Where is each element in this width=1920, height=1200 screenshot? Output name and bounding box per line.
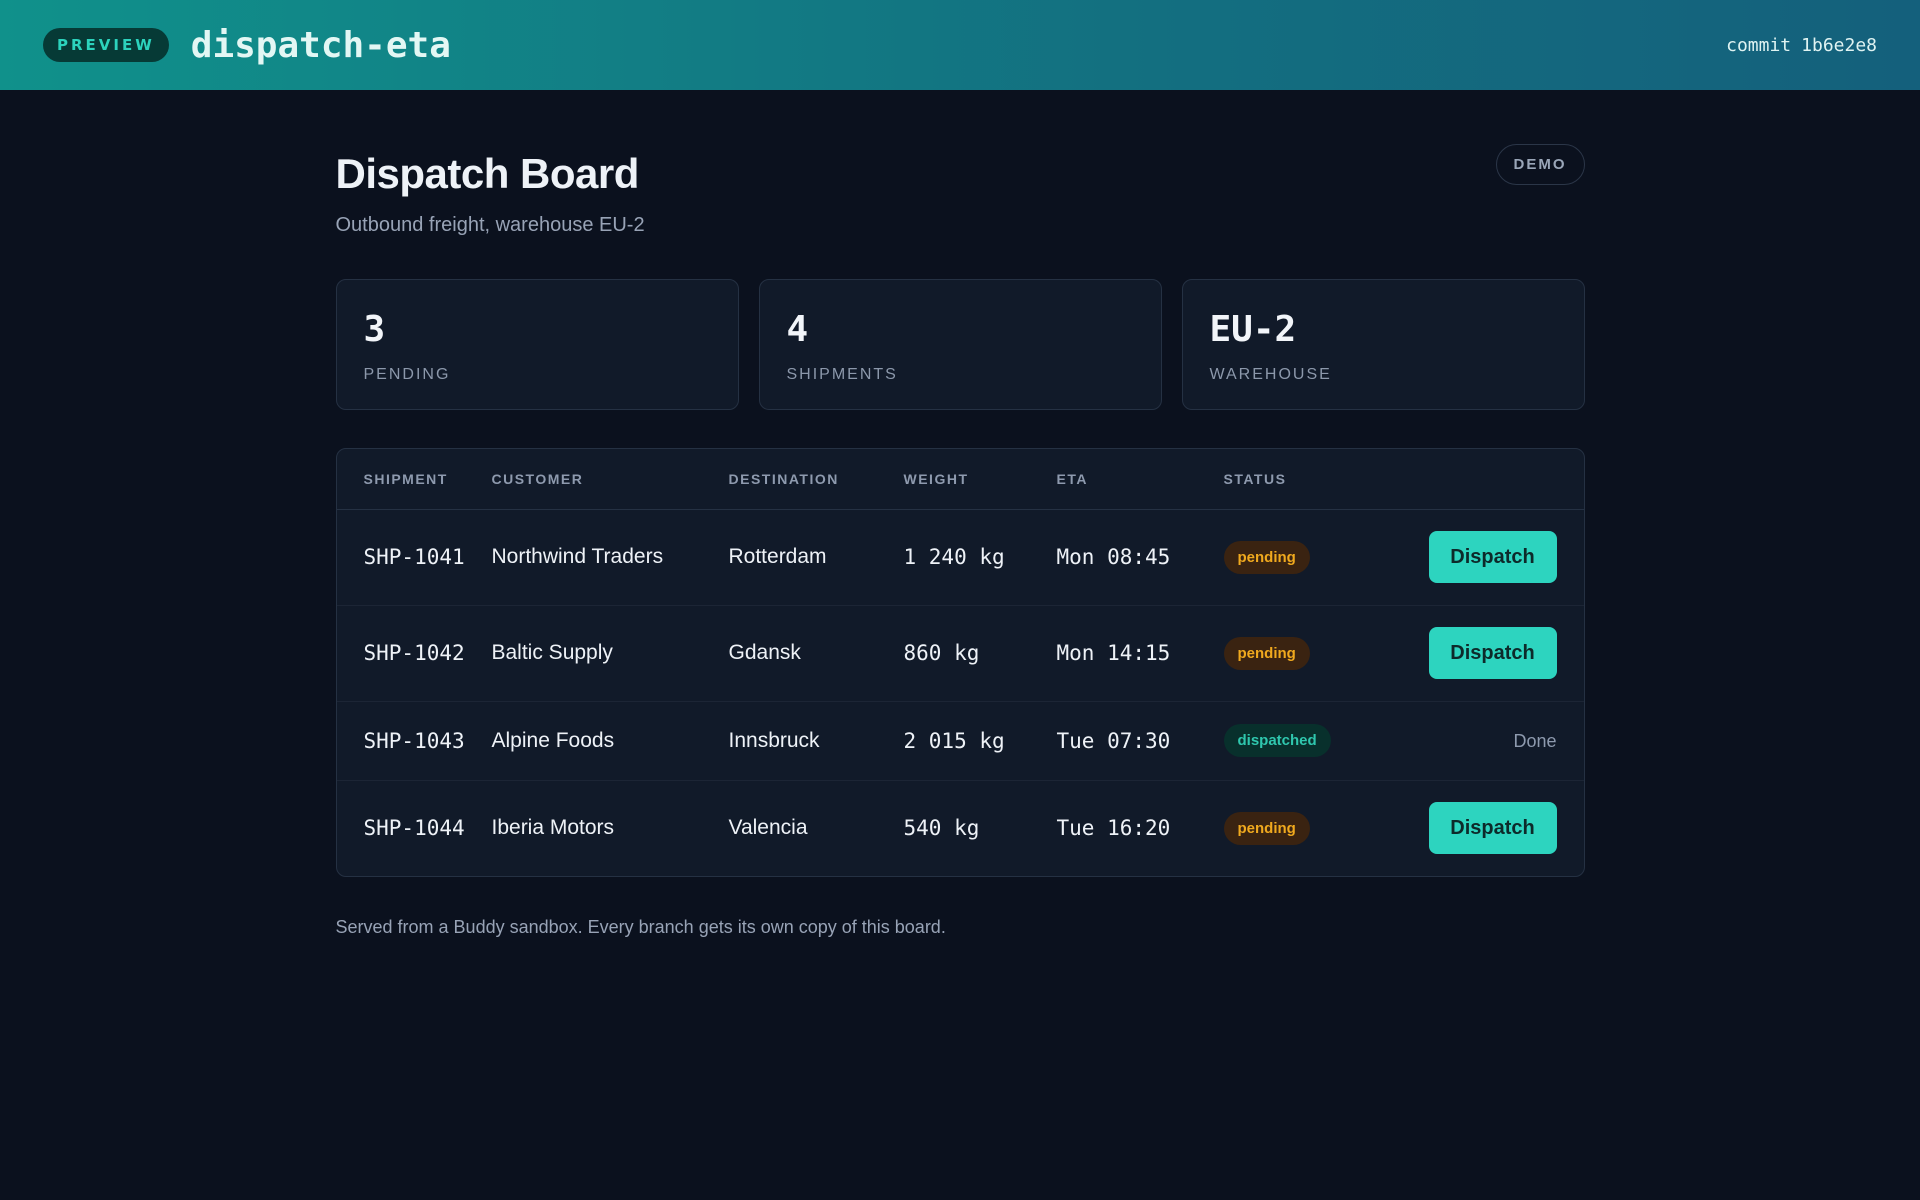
commit-info: commit 1b6e2e8: [1726, 35, 1877, 56]
table-row: SHP-1043 Alpine Foods Innsbruck 2 015 kg…: [336, 701, 1584, 781]
stat-card-shipments: 4 SHIPMENTS: [758, 279, 1162, 410]
col-header-action: [1393, 449, 1584, 510]
stats-row: 3 PENDING 4 SHIPMENTS EU-2 WAREHOUSE: [335, 279, 1585, 410]
stat-label: PENDING: [363, 366, 451, 383]
stat-value: 4: [786, 309, 809, 350]
main-content: Dispatch Board DEMO Outbound freight, wa…: [335, 90, 1585, 938]
cell-eta: Tue 07:30: [1056, 701, 1224, 781]
cell-action: Dispatch: [1393, 509, 1584, 606]
cell-status: pending: [1223, 780, 1394, 876]
cell-shipment: SHP-1041: [336, 509, 492, 606]
stat-label: WAREHOUSE: [1209, 366, 1332, 383]
cell-weight: 540 kg: [903, 816, 980, 841]
done-label: Done: [1513, 730, 1557, 751]
demo-badge: DEMO: [1495, 144, 1585, 185]
cell-status: dispatched: [1223, 701, 1394, 781]
cell-status: pending: [1223, 605, 1394, 702]
cell-action: Dispatch: [1394, 780, 1584, 876]
status-badge: pending: [1223, 636, 1310, 670]
commit-label: commit: [1726, 34, 1792, 56]
commit-hash: 1b6e2e8: [1801, 34, 1877, 56]
cell-customer: Alpine Foods: [491, 701, 729, 781]
table-row: SHP-1041 Northwind Traders Rotterdam 1 2…: [336, 509, 1584, 606]
table-header-row: SHIPMENT CUSTOMER DESTINATION WEIGHT ETA…: [336, 449, 1584, 510]
cell-weight: 1 240 kg: [903, 509, 1057, 606]
col-header-destination: DESTINATION: [728, 449, 904, 510]
stat-label: SHIPMENTS: [786, 366, 898, 383]
col-header-weight: WEIGHT: [903, 449, 1057, 510]
col-header-status: STATUS: [1223, 449, 1394, 510]
col-header-shipment: SHIPMENT: [336, 449, 492, 510]
cell-customer: Northwind Traders: [491, 509, 729, 606]
dispatch-button[interactable]: Dispatch: [1428, 627, 1557, 679]
cell-weight: 860 kg: [903, 605, 1057, 702]
footer-note: Served from a Buddy sandbox. Every branc…: [335, 917, 946, 937]
status-badge: dispatched: [1223, 724, 1331, 757]
status-badge: pending: [1223, 540, 1310, 574]
cell-destination: Valencia: [728, 816, 808, 840]
stat-value: 3: [363, 309, 386, 350]
cell-eta: Tue 16:20: [1056, 816, 1171, 841]
stat-card-warehouse: EU-2 WAREHOUSE: [1181, 279, 1585, 410]
cell-eta: Mon 08:45: [1056, 509, 1224, 606]
status-badge: pending: [1223, 811, 1310, 845]
page-title: Dispatch Board: [335, 150, 640, 197]
cell-weight: 2 015 kg: [903, 701, 1057, 781]
cell-shipment: SHP-1042: [336, 605, 492, 702]
cell-action: Done: [1393, 701, 1584, 781]
stat-value: EU-2: [1209, 309, 1297, 350]
cell-eta: Mon 14:15: [1056, 605, 1224, 702]
app-name: dispatch-eta: [190, 24, 451, 66]
shipments-table: SHIPMENT CUSTOMER DESTINATION WEIGHT ETA…: [335, 448, 1585, 877]
cell-customer: Baltic Supply: [491, 605, 729, 702]
cell-shipment: SHP-1044: [363, 816, 465, 841]
top-bar: PREVIEW dispatch-eta commit 1b6e2e8: [0, 0, 1920, 90]
cell-shipment: SHP-1043: [336, 701, 492, 781]
cell-action: Dispatch: [1393, 605, 1584, 702]
page-subtitle: Outbound freight, warehouse EU-2: [335, 214, 645, 236]
dispatch-button[interactable]: Dispatch: [1428, 802, 1557, 855]
cell-destination: Gdansk: [728, 605, 904, 702]
cell-customer: Iberia Motors: [491, 816, 615, 840]
table-row: SHP-1042 Baltic Supply Gdansk 860 kg Mon…: [336, 605, 1584, 702]
cell-status: pending: [1223, 509, 1394, 606]
preview-badge: PREVIEW: [43, 28, 169, 62]
stat-card-pending: 3 PENDING: [335, 279, 739, 410]
col-header-customer: CUSTOMER: [491, 449, 729, 510]
dispatch-button[interactable]: Dispatch: [1428, 531, 1557, 583]
table-row: SHP-1044 Iberia Motors Valencia 540 kg T…: [337, 780, 1584, 876]
cell-destination: Innsbruck: [728, 701, 904, 781]
col-header-eta: ETA: [1056, 449, 1224, 510]
cell-destination: Rotterdam: [728, 509, 904, 606]
